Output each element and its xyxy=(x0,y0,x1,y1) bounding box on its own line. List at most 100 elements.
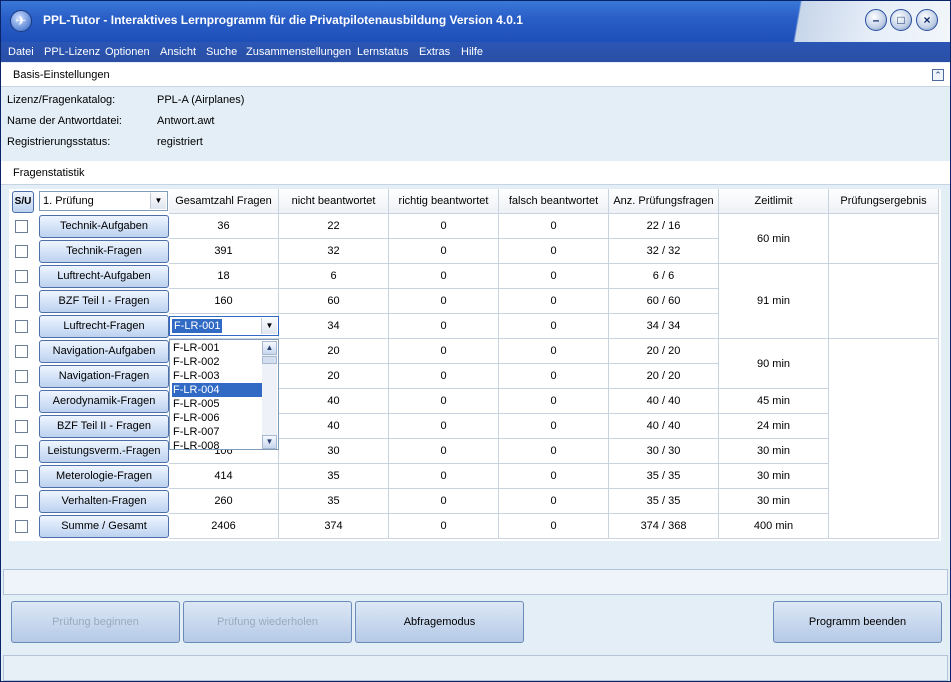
table-cell-nicht: 35 xyxy=(279,464,389,489)
row-checkbox[interactable] xyxy=(15,395,28,408)
stats-section-title: Fragenstatistik xyxy=(13,167,85,179)
zeitlimit-cell: 30 min xyxy=(719,464,829,489)
category-button[interactable]: Luftrecht-Aufgaben xyxy=(39,265,169,288)
table-cell-anz: 20 / 20 xyxy=(609,339,719,364)
menu-suche[interactable]: Suche xyxy=(206,46,237,58)
list-item-selected[interactable]: F-LR-004 xyxy=(172,383,262,397)
chevron-down-icon[interactable]: ▼ xyxy=(261,318,277,334)
table-cell-richtig: 0 xyxy=(389,289,499,314)
row-checkbox[interactable] xyxy=(15,520,28,533)
table-cell-total: 260 xyxy=(169,489,279,514)
menu-optionen[interactable]: Optionen xyxy=(105,46,150,58)
pruefung-beginnen-button[interactable]: Prüfung beginnen xyxy=(11,601,180,643)
antwort-value: Antwort.awt xyxy=(157,115,215,127)
table-cell-nicht: 34 xyxy=(279,314,389,339)
table-cell-nicht: 20 xyxy=(279,364,389,389)
table-cell-total: 391 xyxy=(169,239,279,264)
scroll-up-icon[interactable]: ▲ xyxy=(262,341,277,355)
table-cell-richtig: 0 xyxy=(389,214,499,239)
row-checkbox[interactable] xyxy=(15,370,28,383)
pruefung-wiederholen-button[interactable]: Prüfung wiederholen xyxy=(183,601,352,643)
question-dropdown-list: F-LR-001 F-LR-002 F-LR-003 F-LR-004 F-LR… xyxy=(169,339,279,450)
menu-extras[interactable]: Extras xyxy=(419,46,450,58)
chevron-down-icon[interactable]: ▼ xyxy=(150,193,166,209)
list-item[interactable]: F-LR-007 xyxy=(172,425,262,439)
table-cell-anz: 6 / 6 xyxy=(609,264,719,289)
category-button[interactable]: Verhalten-Fragen xyxy=(39,490,169,513)
close-icon[interactable]: × xyxy=(916,9,938,31)
list-item[interactable]: F-LR-002 xyxy=(172,355,262,369)
collapse-icon[interactable]: ⌃ xyxy=(932,69,944,81)
category-button[interactable]: BZF Teil I - Fragen xyxy=(39,290,169,313)
scroll-thumb[interactable] xyxy=(262,356,277,364)
table-cell-nicht: 374 xyxy=(279,514,389,539)
table-cell-nicht: 20 xyxy=(279,339,389,364)
scroll-down-icon[interactable]: ▼ xyxy=(262,435,277,449)
row-checkbox[interactable] xyxy=(15,220,28,233)
abfragemodus-button[interactable]: Abfragemodus xyxy=(355,601,524,643)
table-cell-richtig: 0 xyxy=(389,464,499,489)
stats-section-header: Fragenstatistik xyxy=(1,161,950,185)
table-cell-falsch: 0 xyxy=(499,439,609,464)
programm-beenden-button[interactable]: Programm beenden xyxy=(773,601,942,643)
row-checkbox[interactable] xyxy=(15,420,28,433)
reg-value: registriert xyxy=(157,136,203,148)
table-cell-richtig: 0 xyxy=(389,364,499,389)
category-button[interactable]: BZF Teil II - Fragen xyxy=(39,415,169,438)
category-button[interactable]: Meterologie-Fragen xyxy=(39,465,169,488)
row-checkbox[interactable] xyxy=(15,320,28,333)
list-item[interactable]: F-LR-008 xyxy=(172,439,262,449)
category-button[interactable]: Leistungsverm.-Fragen xyxy=(39,440,169,463)
scrollbar[interactable]: ▲ ▼ xyxy=(262,341,277,449)
table-cell-nicht: 6 xyxy=(279,264,389,289)
app-icon[interactable]: ✈ xyxy=(10,10,32,32)
menu-ppl-lizenz[interactable]: PPL-Lizenz xyxy=(44,46,100,58)
title-bar: ✈ PPL-Tutor - Interaktives Lernprogramm … xyxy=(1,1,950,42)
menu-hilfe[interactable]: Hilfe xyxy=(461,46,483,58)
row-checkbox[interactable] xyxy=(15,495,28,508)
maximize-icon[interactable]: □ xyxy=(890,9,912,31)
lizenz-label: Lizenz/Fragenkatalog: xyxy=(7,94,116,106)
row-checkbox[interactable] xyxy=(15,345,28,358)
header-anz-pruefungsfragen: Anz. Prüfungsfragen xyxy=(609,189,719,214)
row-checkbox[interactable] xyxy=(15,470,28,483)
row-checkbox[interactable] xyxy=(15,270,28,283)
list-item[interactable]: F-LR-006 xyxy=(172,411,262,425)
row-checkbox[interactable] xyxy=(15,295,28,308)
table-cell-falsch: 0 xyxy=(499,339,609,364)
category-button[interactable]: Navigation-Aufgaben xyxy=(39,340,169,363)
category-button[interactable]: Technik-Fragen xyxy=(39,240,169,263)
category-button[interactable]: Summe / Gesamt xyxy=(39,515,169,538)
table-cell-falsch: 0 xyxy=(499,364,609,389)
list-item[interactable]: F-LR-005 xyxy=(172,397,262,411)
table-cell-anz: 374 / 368 xyxy=(609,514,719,539)
table-cell-anz: 60 / 60 xyxy=(609,289,719,314)
category-button[interactable]: Luftrecht-Fragen xyxy=(39,315,169,338)
menu-ansicht[interactable]: Ansicht xyxy=(160,46,196,58)
category-button[interactable]: Technik-Aufgaben xyxy=(39,215,169,238)
table-cell-anz: 22 / 16 xyxy=(609,214,719,239)
ergebnis-cell xyxy=(829,264,939,339)
select-all-button[interactable]: S/U xyxy=(12,191,34,213)
category-button[interactable]: Aerodynamik-Fragen xyxy=(39,390,169,413)
minimize-icon[interactable]: – xyxy=(865,9,887,31)
stats-table: S/U 1. Prüfung ▼ Gesamtzahl Fragen nicht… xyxy=(9,189,941,541)
pruefung-select[interactable]: 1. Prüfung ▼ xyxy=(39,191,168,211)
question-combo[interactable]: F-LR-001 ▼ xyxy=(169,316,279,336)
header-zeitlimit: Zeitlimit xyxy=(719,189,829,214)
row-checkbox[interactable] xyxy=(15,445,28,458)
list-item[interactable]: F-LR-001 xyxy=(172,341,262,355)
list-item[interactable]: F-LR-003 xyxy=(172,369,262,383)
table-cell-nicht: 22 xyxy=(279,214,389,239)
table-cell-total: 18 xyxy=(169,264,279,289)
menu-zusammenstellungen[interactable]: Zusammenstellungen xyxy=(246,46,351,58)
category-button[interactable]: Navigation-Fragen xyxy=(39,365,169,388)
menu-lernstatus[interactable]: Lernstatus xyxy=(357,46,408,58)
table-cell-falsch: 0 xyxy=(499,289,609,314)
menu-datei[interactable]: Datei xyxy=(8,46,34,58)
table-cell-nicht: 40 xyxy=(279,389,389,414)
table-cell-falsch: 0 xyxy=(499,314,609,339)
header-richtig-beantwortet: richtig beantwortet xyxy=(389,189,499,214)
zeitlimit-cell: 400 min xyxy=(719,514,829,539)
row-checkbox[interactable] xyxy=(15,245,28,258)
